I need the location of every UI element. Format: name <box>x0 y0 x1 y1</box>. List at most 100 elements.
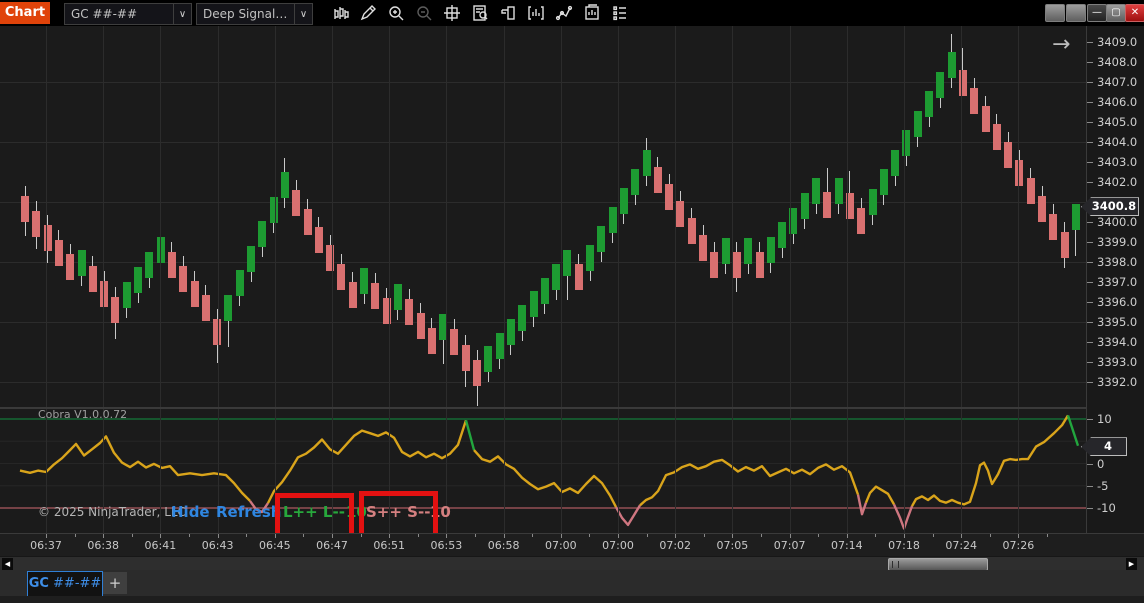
time-axis-label: 07:18 <box>888 539 920 552</box>
price-axis-label: 3399.0 <box>1097 235 1137 249</box>
time-axis-tick <box>46 534 47 538</box>
indicator-axis-label: 10 <box>1097 412 1112 426</box>
data-box-icon[interactable] <box>466 1 494 25</box>
time-axis-minor-tick <box>818 534 819 537</box>
time-axis-label: 07:26 <box>1003 539 1035 552</box>
renko-down-brick <box>1015 160 1023 186</box>
renko-down-brick <box>993 124 1001 150</box>
price-axis-tick <box>1087 162 1093 163</box>
crosshair-icon[interactable] <box>438 1 466 25</box>
strategy-icon[interactable] <box>578 1 606 25</box>
scroll-right-icon[interactable]: ▶ <box>1126 558 1137 570</box>
renko-down-brick <box>304 209 312 235</box>
hide-button[interactable]: Hide <box>171 503 210 521</box>
gridline-vertical <box>103 26 104 533</box>
time-axis[interactable]: 06:3706:3806:4106:4306:4506:4706:5106:53… <box>0 533 1144 557</box>
price-axis-label: 3407.0 <box>1097 75 1137 89</box>
renko-up-brick <box>744 238 752 264</box>
time-axis-label: 06:38 <box>87 539 119 552</box>
price-axis-tick <box>1087 222 1093 223</box>
renko-down-brick <box>688 218 696 244</box>
chart-canvas[interactable] <box>0 26 1086 533</box>
interval-link-button[interactable] <box>1066 4 1086 22</box>
oscillator-line-segment <box>20 436 250 501</box>
renko-up-brick <box>936 72 944 98</box>
drawing-line-icon[interactable] <box>550 1 578 25</box>
panel-splitter[interactable] <box>0 407 1144 409</box>
oscillator-line-segment <box>466 420 474 450</box>
minimize-button[interactable]: — <box>1087 4 1107 22</box>
renko-down-brick <box>428 328 436 354</box>
scrollbar-grip[interactable] <box>892 561 899 568</box>
chevron-down-icon[interactable]: ∨ <box>173 4 191 24</box>
renko-down-brick <box>21 196 29 222</box>
renko-down-brick <box>823 192 831 218</box>
goto-last-bar-icon[interactable]: → <box>1052 32 1070 57</box>
time-axis-minor-tick <box>132 534 133 537</box>
oscillator-line-segment <box>866 487 894 505</box>
add-tab-button[interactable]: + <box>103 572 127 594</box>
price-axis-label: 3404.0 <box>1097 135 1137 149</box>
close-button[interactable]: ✕ <box>1125 4 1144 22</box>
renko-up-brick <box>891 150 899 176</box>
renko-down-brick <box>710 252 718 278</box>
chart-trader-icon[interactable] <box>494 1 522 25</box>
renko-up-brick <box>507 319 515 345</box>
price-axis[interactable]: 3409.03408.03407.03406.03405.03404.03403… <box>1086 26 1144 533</box>
renko-down-brick <box>337 264 345 290</box>
price-axis-tick <box>1087 182 1093 183</box>
renko-down-brick <box>292 190 300 216</box>
renko-down-brick <box>1027 178 1035 204</box>
time-axis-label: 07:24 <box>945 539 977 552</box>
renko-down-brick <box>473 360 481 386</box>
properties-list-icon[interactable] <box>606 1 634 25</box>
time-axis-minor-tick <box>189 534 190 537</box>
renko-down-brick <box>575 264 583 290</box>
price-panel[interactable] <box>0 26 1086 407</box>
renko-down-brick <box>959 70 967 96</box>
oscillator-line-segment <box>640 460 858 505</box>
time-axis-tick <box>961 534 962 538</box>
horizontal-scrollbar[interactable]: ◀ ▶ <box>0 556 1144 571</box>
instrument-selector-value: GC ##-## <box>65 7 173 21</box>
renko-down-brick <box>111 297 119 323</box>
candlestick-style-icon[interactable] <box>326 1 354 25</box>
indicator-panel-icon[interactable] <box>522 1 550 25</box>
refresh-button[interactable]: Refresh <box>216 503 281 521</box>
renko-down-brick <box>756 252 764 278</box>
time-axis-minor-tick <box>361 534 362 537</box>
time-axis-label: 06:53 <box>431 539 463 552</box>
gridline-vertical <box>675 26 676 533</box>
period-selector[interactable]: Deep Signal Ren... ∨ <box>196 3 313 25</box>
time-axis-label: 07:05 <box>717 539 749 552</box>
renko-up-brick <box>281 172 289 198</box>
renko-down-brick <box>1038 196 1046 222</box>
time-axis-tick <box>218 534 219 538</box>
last-price-marker: 3400.8 <box>1081 197 1139 216</box>
indicator-axis-tick <box>1087 419 1093 420</box>
renko-down-brick <box>857 208 865 234</box>
zoom-in-icon[interactable] <box>382 1 410 25</box>
renko-up-brick <box>880 169 888 195</box>
time-axis-tick <box>561 534 562 538</box>
zoom-out-icon[interactable] <box>410 1 438 25</box>
gridline-vertical <box>847 26 848 533</box>
renko-up-brick <box>643 150 651 176</box>
gridline-horizontal <box>0 382 1086 383</box>
instrument-selector[interactable]: GC ##-## ∨ <box>64 3 192 25</box>
instrument-link-button[interactable] <box>1045 4 1065 22</box>
time-axis-tick <box>904 534 905 538</box>
time-axis-label: 06:51 <box>373 539 405 552</box>
draw-pencil-icon[interactable] <box>354 1 382 25</box>
tab-gc-contract[interactable]: GC ##-## <box>27 571 103 597</box>
renko-up-brick <box>869 189 877 215</box>
price-axis-label: 3408.0 <box>1097 55 1137 69</box>
scroll-left-icon[interactable]: ◀ <box>2 558 13 570</box>
maximize-button[interactable]: ▢ <box>1106 4 1126 22</box>
time-axis-label: 07:02 <box>659 539 691 552</box>
gridline-vertical <box>275 26 276 533</box>
copyright-label: © 2025 NinjaTrader, LLC <box>38 505 186 519</box>
price-axis-tick <box>1087 282 1093 283</box>
chevron-down-icon[interactable]: ∨ <box>294 4 312 24</box>
time-axis-label: 06:41 <box>145 539 177 552</box>
